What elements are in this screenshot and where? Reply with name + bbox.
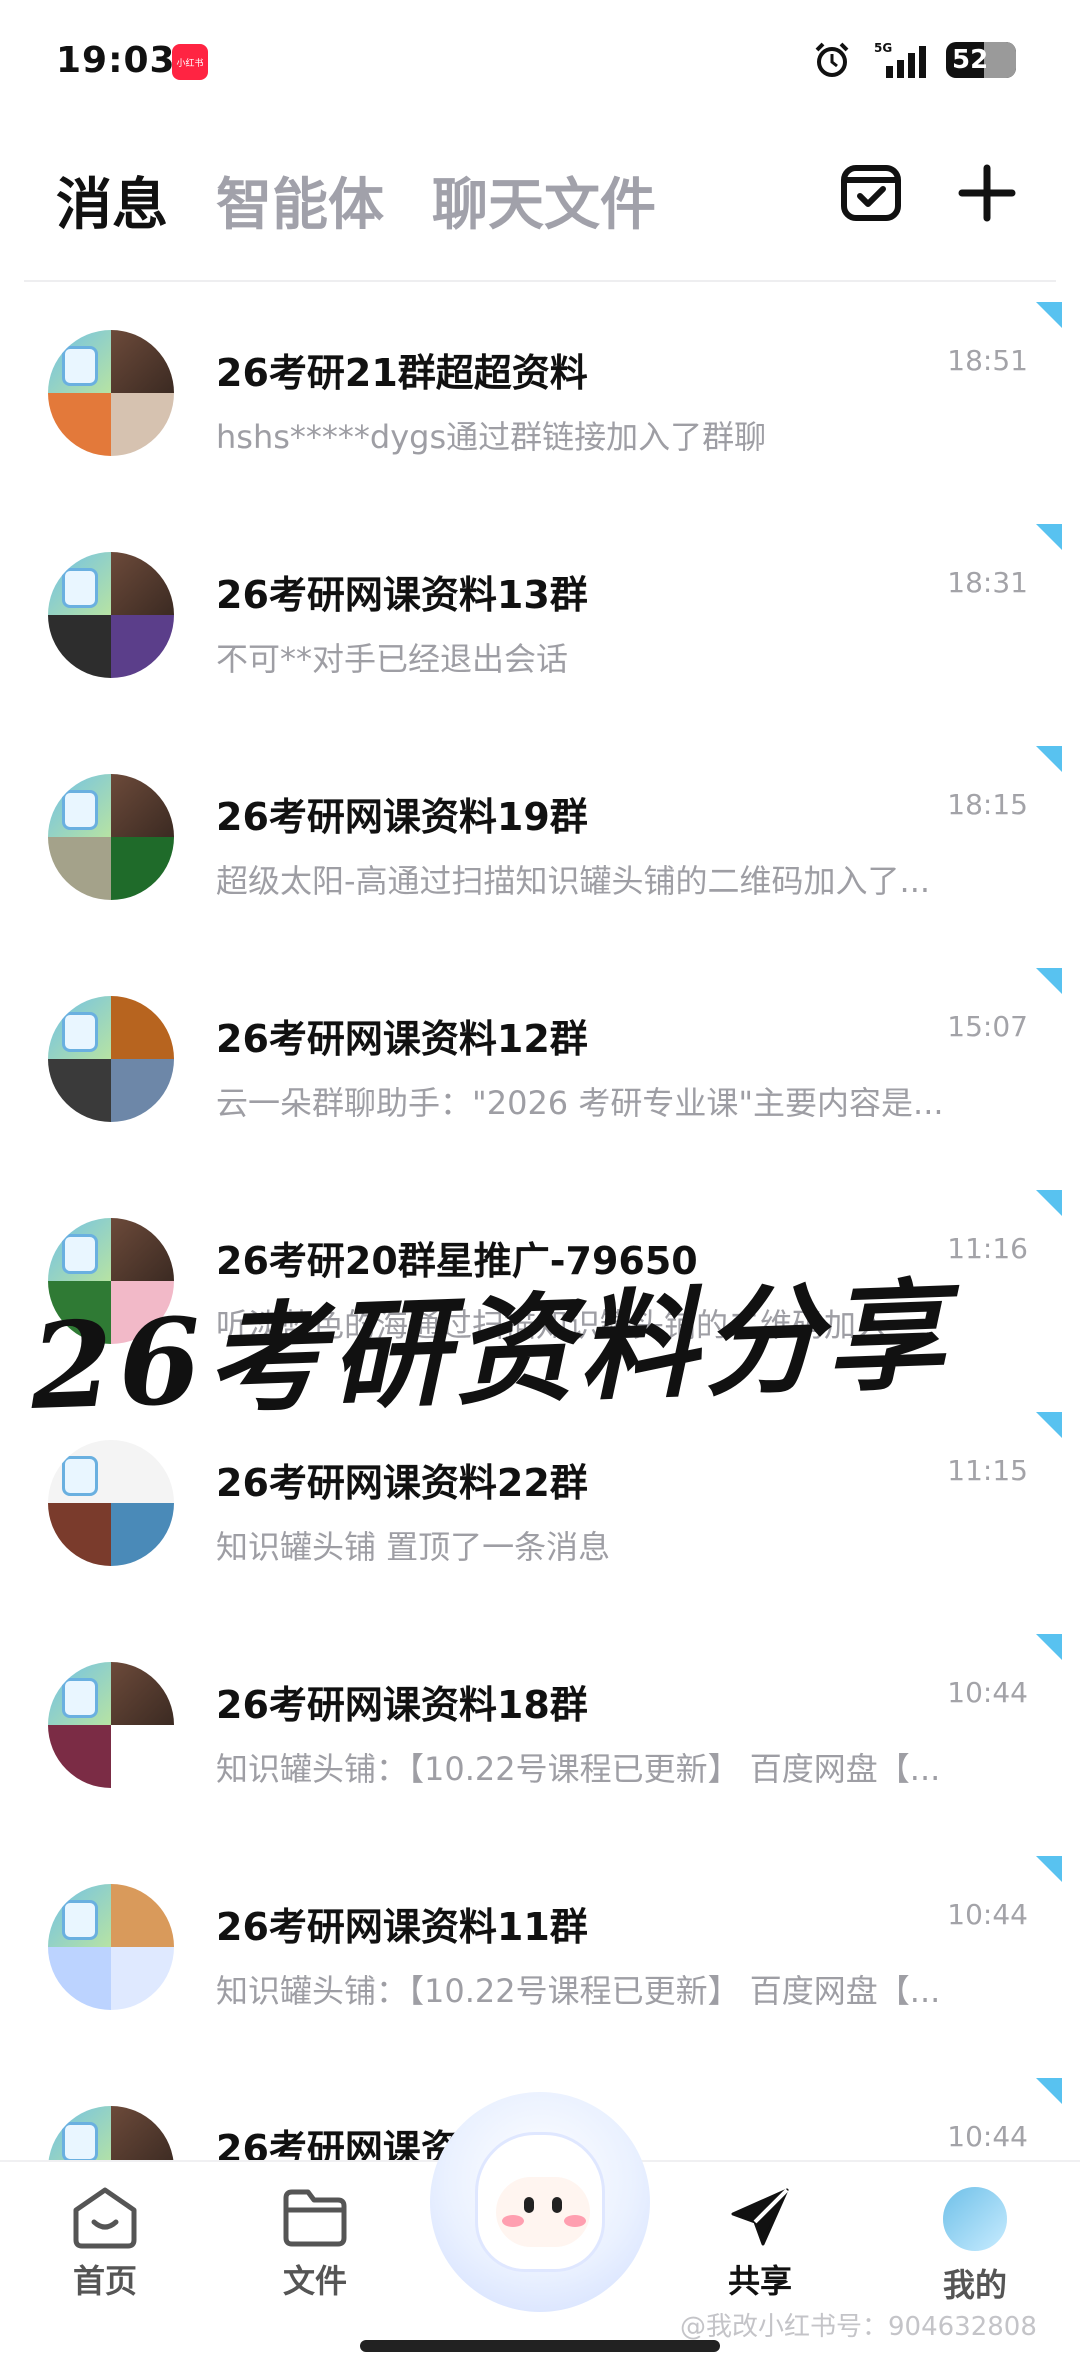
status-icons: 5G 52	[812, 40, 1016, 80]
chat-preview: 知识罐头铺 置顶了一条消息	[216, 1528, 611, 1566]
chat-row[interactable]: 26考研网课资料11群 10:44 知识罐头铺：【10.22号课程已更新】 百度…	[0, 1844, 1080, 2066]
pin-marker	[1036, 1634, 1062, 1660]
pin-marker	[1036, 1190, 1062, 1216]
nav-files[interactable]: 文件	[245, 2184, 385, 2302]
app-badge-icon: 小红书	[172, 44, 208, 80]
nav-share-label: 共享	[727, 2262, 792, 2300]
chat-name: 26考研21群超超资料	[216, 351, 588, 395]
send-icon	[731, 2188, 789, 2246]
pin-marker	[1036, 524, 1062, 550]
inbox-check-icon	[841, 165, 901, 221]
tab-messages[interactable]: 消息	[56, 160, 168, 241]
chat-time: 10:44	[947, 2120, 1028, 2153]
nav-me-label: 我的	[942, 2266, 1007, 2304]
chat-preview: 知识罐头铺：【10.22号课程已更新】 百度网盘【...	[216, 1972, 941, 2010]
chat-row[interactable]: 26考研网课资料12群 15:07 云一朵群聊助手："2026 考研专业课"主要…	[0, 956, 1080, 1178]
home-indicator[interactable]	[360, 2340, 720, 2352]
chat-name: 26考研网课资料12群	[216, 1017, 588, 1061]
tab-chat-files[interactable]: 聊天文件	[432, 160, 656, 241]
pin-marker	[1036, 302, 1062, 328]
chat-time: 10:44	[947, 1676, 1028, 1709]
pin-marker	[1036, 1856, 1062, 1882]
watermark-text: @我改小红书号：904632808	[680, 2312, 1037, 2342]
chat-name: 26考研网课资料18群	[216, 1683, 588, 1727]
pin-marker	[1036, 2078, 1062, 2104]
chat-preview: 超级太阳-高通过扫描知识罐头铺的二维码加入了...	[216, 862, 931, 900]
chat-name: 26考研网课资料13群	[216, 573, 588, 617]
chat-preview: 知识罐头铺：【10.22号课程已更新】 百度网盘【...	[216, 1750, 941, 1788]
status-time: 19:03	[56, 40, 176, 81]
battery-icon: 52	[946, 42, 1016, 78]
chat-name: 26考研网课资料22群	[216, 1461, 588, 1505]
group-avatar[interactable]	[48, 996, 174, 1122]
group-avatar[interactable]	[48, 552, 174, 678]
chat-time: 10:44	[947, 1898, 1028, 1931]
chat-row[interactable]: 26考研网课资料19群 18:15 超级太阳-高通过扫描知识罐头铺的二维码加入了…	[0, 734, 1080, 956]
group-avatar[interactable]	[48, 330, 174, 456]
plus-icon	[958, 164, 1016, 222]
assistant-mascot-button[interactable]	[430, 2092, 650, 2312]
status-bar: 19:03 小红书 5G 52	[0, 0, 1080, 120]
group-avatar[interactable]	[48, 1662, 174, 1788]
group-avatar[interactable]	[48, 774, 174, 900]
chat-preview: hshs*****dygs通过群链接加入了群聊	[216, 418, 767, 456]
pin-marker	[1036, 746, 1062, 772]
chat-time: 11:16	[947, 1232, 1028, 1265]
pin-marker	[1036, 1412, 1062, 1438]
add-button[interactable]	[952, 158, 1022, 228]
home-icon	[73, 2187, 137, 2249]
mascot-icon	[475, 2132, 605, 2272]
avatar	[940, 2184, 1010, 2254]
chat-preview: 不可**对手已经退出会话	[216, 640, 569, 678]
nav-me[interactable]: 我的	[905, 2184, 1045, 2306]
tab-agents[interactable]: 智能体	[216, 160, 384, 241]
chat-time: 11:15	[947, 1454, 1028, 1487]
chat-time: 18:51	[947, 344, 1028, 377]
chat-row[interactable]: 26考研网课资料13群 18:31 不可**对手已经退出会话	[0, 512, 1080, 734]
chat-time: 18:15	[947, 788, 1028, 821]
alarm-icon	[815, 42, 849, 77]
header-divider	[24, 280, 1056, 282]
top-header: 消息 智能体 聊天文件	[0, 150, 1080, 260]
chat-row[interactable]: 26考研网课资料18群 10:44 知识罐头铺：【10.22号课程已更新】 百度…	[0, 1622, 1080, 1844]
inbox-button[interactable]	[836, 158, 906, 228]
signal-icon: 5G	[874, 41, 926, 78]
pin-marker	[1036, 968, 1062, 994]
nav-files-label: 文件	[282, 2262, 347, 2300]
chat-preview: 云一朵群聊助手："2026 考研专业课"主要内容是...	[216, 1084, 944, 1122]
battery-level: 52	[952, 45, 989, 75]
nav-share[interactable]: 共享	[690, 2184, 830, 2302]
group-avatar[interactable]	[48, 1440, 174, 1566]
chat-time: 18:31	[947, 566, 1028, 599]
chat-name: 26考研网课资料19群	[216, 795, 588, 839]
svg-text:5G: 5G	[874, 41, 892, 55]
group-avatar[interactable]	[48, 1884, 174, 2010]
handwritten-overlay-text: 26考研资料分享	[28, 1264, 953, 1437]
chat-time: 15:07	[947, 1010, 1028, 1043]
chat-row[interactable]: 26考研21群超超资料 18:51 hshs*****dygs通过群链接加入了群…	[0, 290, 1080, 512]
nav-home[interactable]: 首页	[35, 2184, 175, 2302]
nav-home-label: 首页	[72, 2262, 137, 2300]
folder-icon	[283, 2189, 347, 2247]
chat-name: 26考研网课资料11群	[216, 1905, 588, 1949]
